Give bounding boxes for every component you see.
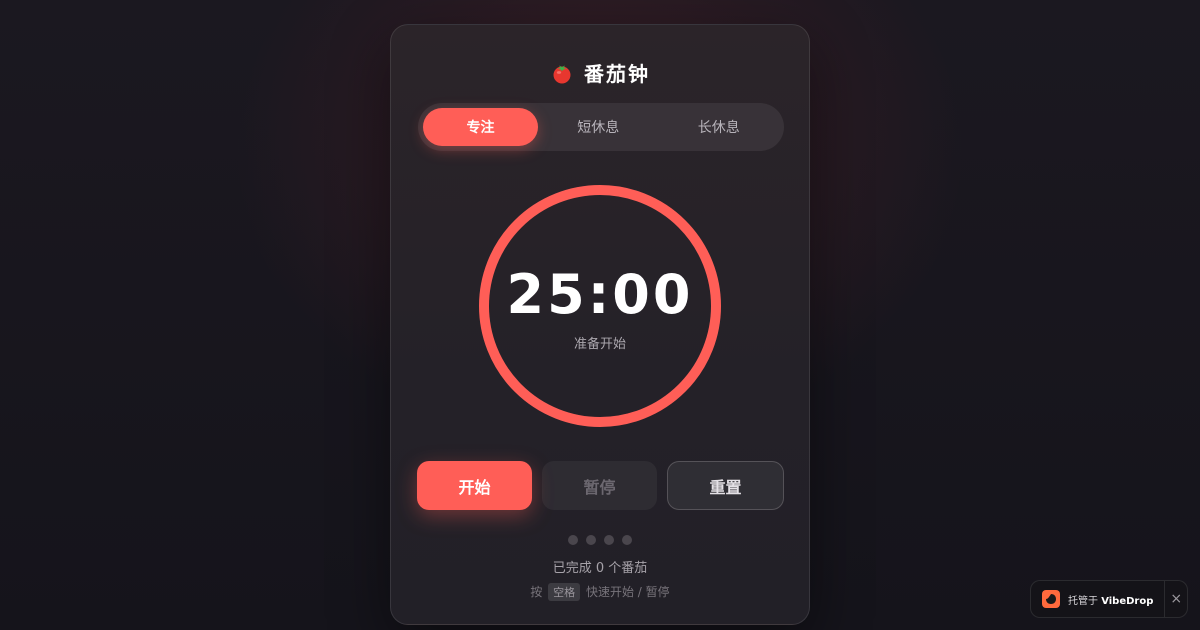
timer-status: 准备开始 [573, 337, 626, 352]
mode-tabs: 专注 短休息 长休息 [418, 103, 784, 151]
vibedrop-badge[interactable]: 托管于 VibeDrop × [1030, 580, 1188, 618]
timer-display: 25:00 [506, 263, 694, 326]
space-key: 空格 [548, 583, 581, 601]
session-dots [391, 535, 809, 545]
pause-button[interactable]: 暂停 [542, 461, 657, 510]
session-dot [586, 535, 596, 545]
reset-button[interactable]: 重置 [667, 461, 784, 510]
tab-focus[interactable]: 专注 [423, 108, 538, 146]
control-buttons: 开始 暂停 重置 [417, 461, 784, 510]
hint-prefix: 按 [530, 585, 543, 599]
keyboard-hint: 按 空格 快速开始 / 暂停 [391, 583, 809, 601]
timer-ring: 25:00 准备开始 [479, 185, 721, 427]
session-dot [568, 535, 578, 545]
tab-short-break[interactable]: 短休息 [538, 108, 659, 146]
session-dot [604, 535, 614, 545]
app-title: 番茄钟 [584, 62, 650, 86]
hint-suffix: 快速开始 / 暂停 [585, 585, 670, 599]
vibedrop-brand: VibeDrop [1101, 595, 1154, 607]
vibedrop-prefix: 托管于 [1068, 595, 1098, 607]
start-button[interactable]: 开始 [417, 461, 532, 510]
vibedrop-logo-icon [1042, 590, 1060, 608]
header: 番茄钟 [391, 58, 809, 87]
pomodoro-card: 番茄钟 专注 短休息 长休息 25:00 准备开始 开始 暂停 重置 已完成 0… [390, 24, 810, 625]
tab-long-break[interactable]: 长休息 [659, 108, 780, 146]
vibedrop-text: 托管于 VibeDrop [1068, 592, 1153, 607]
completed-count: 已完成 0 个番茄 [552, 561, 648, 576]
tomato-icon [550, 61, 574, 85]
session-dot [622, 535, 632, 545]
close-icon[interactable]: × [1165, 591, 1187, 607]
